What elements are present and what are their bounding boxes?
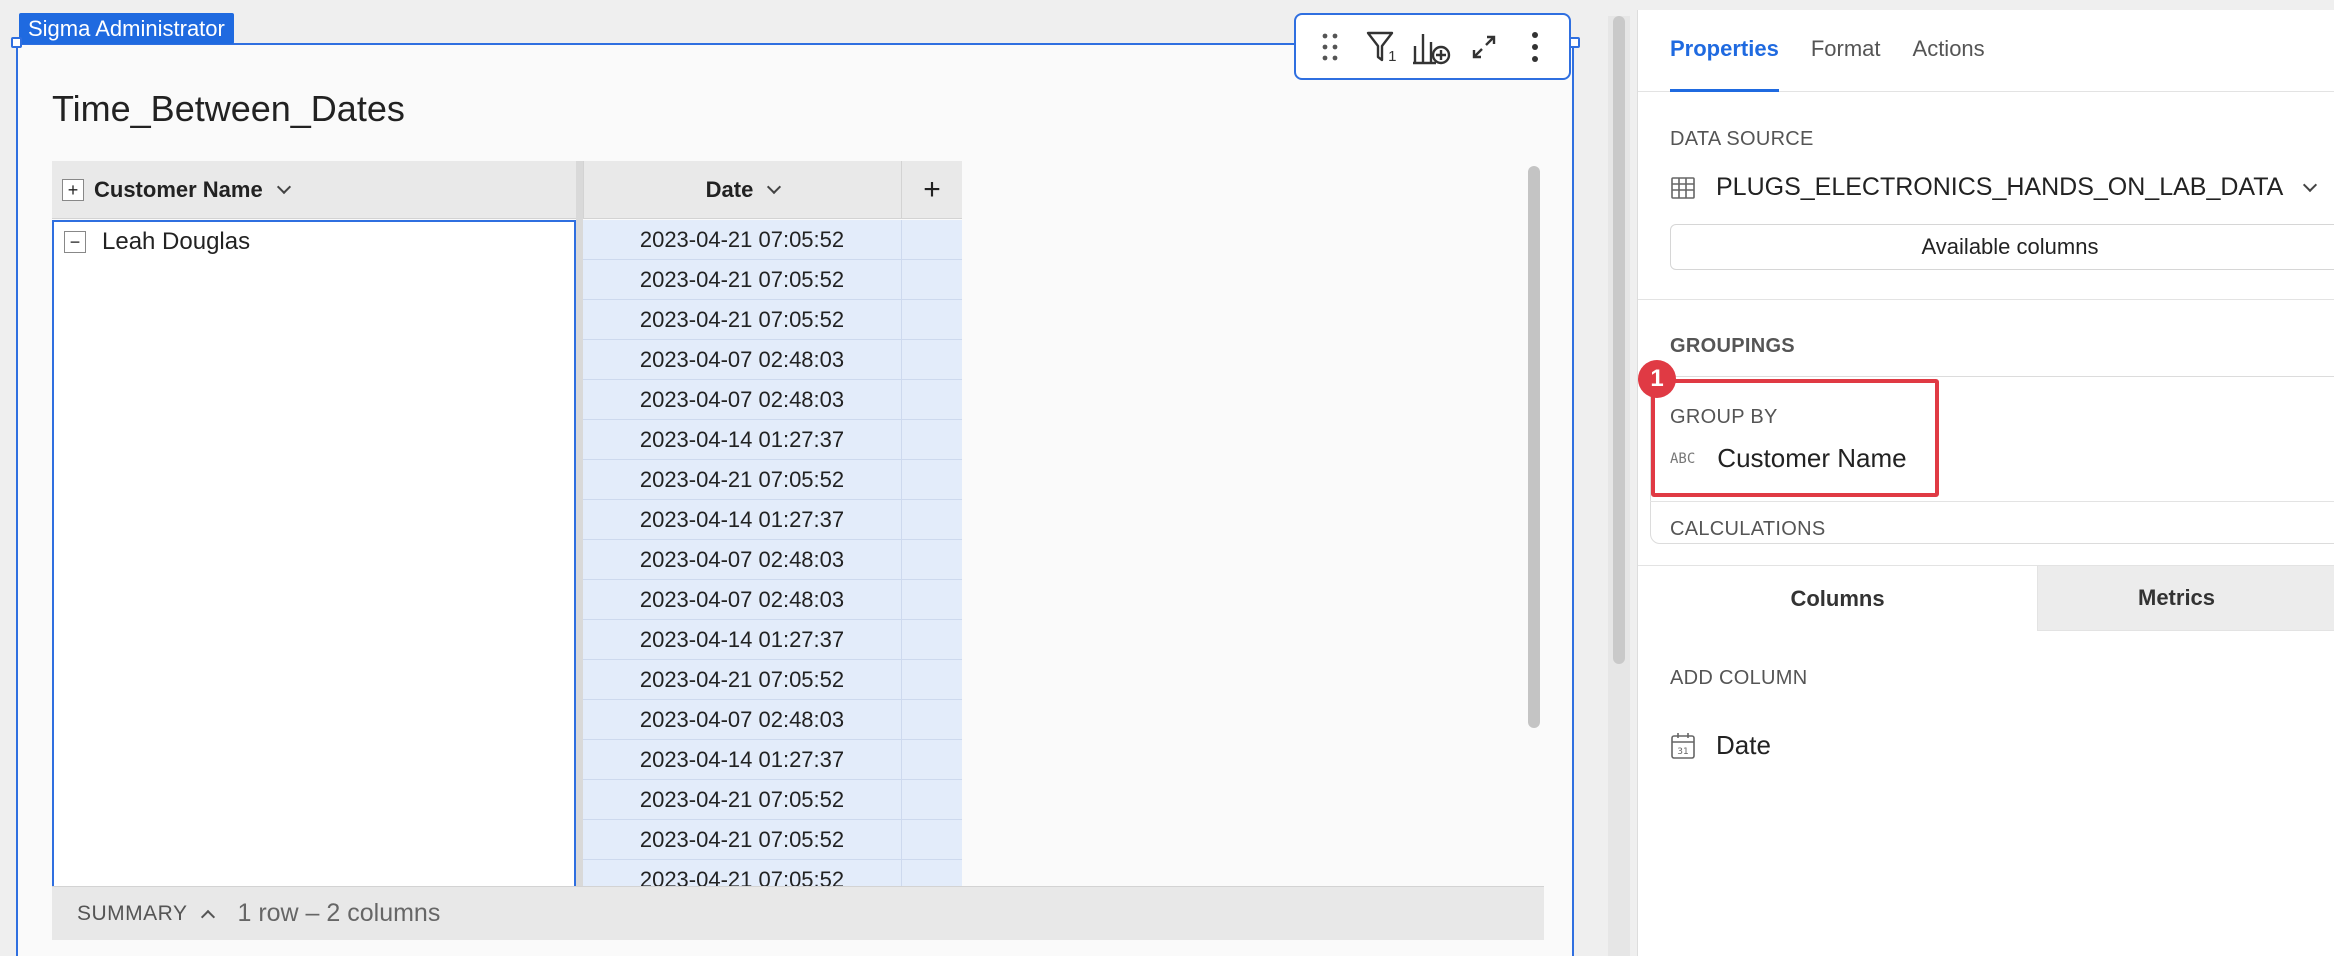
svg-text:31: 31 [1677,747,1688,757]
date-cell[interactable]: 2023-04-07 02:48:03 [583,700,901,740]
empty-cell[interactable] [901,380,962,420]
add-chart-icon[interactable] [1409,24,1455,70]
collapse-icon[interactable]: − [64,231,86,253]
app-canvas: Sigma Administrator Time_Between_Dates +… [0,0,2334,956]
chevron-up-icon[interactable] [201,909,216,924]
divider [1650,501,2334,502]
empty-cell[interactable] [901,260,962,300]
column-header-label: Customer Name [94,176,263,202]
date-cell[interactable]: 2023-04-21 07:05:52 [583,860,901,886]
expand-icon[interactable] [1461,24,1507,70]
tab-columns[interactable]: Columns [1638,565,2038,631]
date-cell[interactable]: 2023-04-21 07:05:52 [583,780,901,820]
column-item-label: Date [1716,730,1771,760]
properties-panel: Properties Format Actions DATA SOURCE PL… [1637,10,2334,956]
chevron-down-icon[interactable] [276,179,291,194]
element-toolbar: 1 [1294,13,1571,80]
expand-all-icon[interactable]: + [62,178,84,201]
group-cell[interactable]: − Leah Douglas [52,220,576,886]
group-value: Leah Douglas [102,228,251,255]
tab-properties[interactable]: Properties [1670,10,1779,92]
data-table[interactable]: + Customer Name Date + − Leah Douglas 20… [52,161,964,886]
step-badge: 1 [1638,360,1676,398]
column-divider[interactable] [576,161,583,886]
date-cell[interactable]: 2023-04-14 01:27:37 [583,620,901,660]
date-cell[interactable]: 2023-04-21 07:05:52 [583,460,901,500]
empty-cell[interactable] [901,340,962,380]
date-cell[interactable]: 2023-04-14 01:27:37 [583,500,901,540]
date-cell[interactable]: 2023-04-14 01:27:37 [583,420,901,460]
date-cell[interactable]: 2023-04-14 01:27:37 [583,740,901,780]
tab-actions[interactable]: Actions [1913,10,1985,92]
date-column: 2023-04-21 07:05:52 2023-04-21 07:05:52 20… [583,220,901,886]
date-cell[interactable]: 2023-04-07 02:48:03 [583,340,901,380]
available-columns-button[interactable]: Available columns [1670,224,2334,270]
groupings-title: GROUPINGS [1670,335,1795,357]
data-source-selector[interactable]: PLUGS_ELECTRONICS_HANDS_ON_LAB_DATA [1670,173,2318,202]
date-cell[interactable]: 2023-04-07 02:48:03 [583,380,901,420]
empty-cell[interactable] [901,860,962,886]
filter-count: 1 [1388,47,1397,65]
empty-cell[interactable] [901,660,962,700]
panel-tabs: Properties Format Actions [1638,10,2334,92]
tab-format[interactable]: Format [1811,10,1881,92]
table-scrollbar[interactable] [1528,166,1540,728]
add-column-title: ADD COLUMN [1670,667,1808,689]
date-cell[interactable]: 2023-04-21 07:05:52 [583,660,901,700]
chevron-down-icon[interactable] [767,179,782,194]
empty-cell[interactable] [901,780,962,820]
more-icon[interactable] [1512,24,1558,70]
empty-cell[interactable] [901,820,962,860]
filter-icon[interactable]: 1 [1358,24,1404,70]
empty-cell[interactable] [901,580,962,620]
column-header-label: Date [705,176,754,202]
column-metric-tabs: Columns Metrics [1638,565,2334,631]
empty-cell[interactable] [901,300,962,340]
summary-label: SUMMARY [77,901,188,925]
chevron-down-icon[interactable] [2303,177,2318,192]
empty-cell[interactable] [901,500,962,540]
column-header-customer-name[interactable]: + Customer Name [52,161,576,219]
empty-cell[interactable] [901,540,962,580]
date-cell[interactable]: 2023-04-21 07:05:52 [583,260,901,300]
empty-cell[interactable] [901,740,962,780]
canvas-scrollbar[interactable] [1613,16,1625,664]
calculations-title: CALCULATIONS [1670,518,1826,540]
date-cell[interactable]: 2023-04-21 07:05:52 [583,220,901,260]
drag-handle-icon[interactable] [1307,24,1353,70]
data-source-name: PLUGS_ELECTRONICS_HANDS_ON_LAB_DATA [1716,173,2284,201]
add-column-button[interactable]: + [901,161,962,219]
date-cell[interactable]: 2023-04-21 07:05:52 [583,300,901,340]
owner-tag: Sigma Administrator [19,13,234,44]
tab-metrics[interactable]: Metrics [2038,565,2334,631]
data-source-title: DATA SOURCE [1670,128,1814,150]
empty-cell[interactable] [901,220,962,260]
column-header-date[interactable]: Date [583,161,901,219]
date-cell[interactable]: 2023-04-21 07:05:52 [583,820,901,860]
date-cell[interactable]: 2023-04-07 02:48:03 [583,540,901,580]
group-by-highlight [1651,379,1939,497]
element-title[interactable]: Time_Between_Dates [52,88,405,130]
empty-cell[interactable] [901,700,962,740]
table-element[interactable]: Time_Between_Dates + Customer Name Date … [16,43,1574,956]
summary-info: 1 row – 2 columns [237,899,441,927]
column-item-date[interactable]: 31 Date [1670,730,1771,761]
date-cell[interactable]: 2023-04-07 02:48:03 [583,580,901,620]
empty-cell[interactable] [901,620,962,660]
empty-cell[interactable] [901,460,962,500]
divider [1638,299,2334,300]
empty-column [901,220,962,886]
summary-bar[interactable]: SUMMARY 1 row – 2 columns [52,886,1544,940]
table-icon [1671,176,1695,199]
calendar-icon: 31 [1671,732,1695,759]
group-label[interactable]: − Leah Douglas [64,228,250,256]
resize-handle[interactable] [11,37,22,48]
empty-cell[interactable] [901,420,962,460]
